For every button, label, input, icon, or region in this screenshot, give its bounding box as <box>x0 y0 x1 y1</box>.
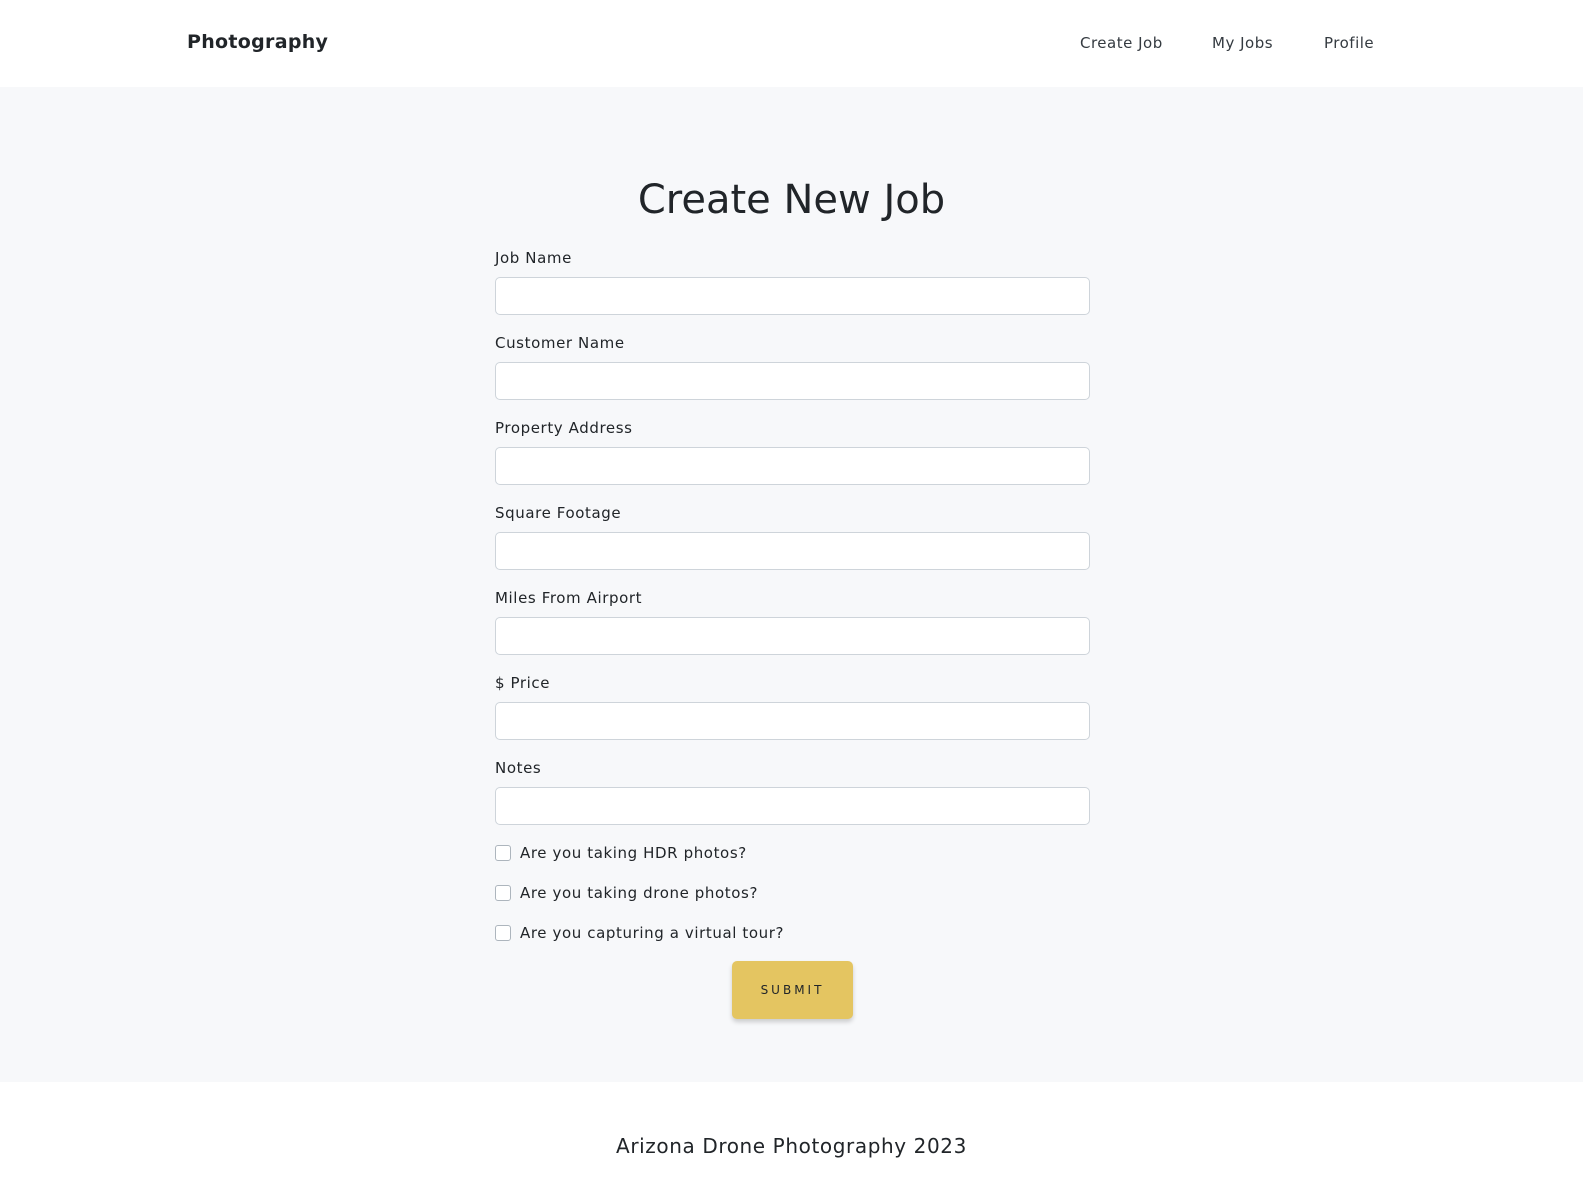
property-address-label: Property Address <box>495 419 633 437</box>
page-title: Create New Job <box>637 177 946 223</box>
nav-profile[interactable]: Profile <box>1324 34 1374 52</box>
drone-photos-label: Are you taking drone photos? <box>520 884 759 902</box>
notes-label: Notes <box>495 759 542 777</box>
miles-from-airport-label: Miles From Airport <box>495 589 643 607</box>
nav-my-jobs[interactable]: My Jobs <box>1212 34 1273 52</box>
price-label: $ Price <box>495 674 551 692</box>
job-name-label: Job Name <box>495 249 572 267</box>
notes-input[interactable] <box>495 787 1090 825</box>
nav-create-job[interactable]: Create Job <box>1080 34 1163 52</box>
hdr-photos-checkbox-row[interactable]: Are you taking HDR photos? <box>495 844 747 862</box>
square-footage-label: Square Footage <box>495 504 622 522</box>
drone-photos-checkbox[interactable] <box>495 885 511 901</box>
submit-button[interactable]: SUBMIT <box>732 961 853 1019</box>
customer-name-label: Customer Name <box>495 334 625 352</box>
main-content: Create New Job Job Name Customer Name Pr… <box>0 87 1583 1082</box>
hdr-photos-label: Are you taking HDR photos? <box>520 844 747 862</box>
job-name-input[interactable] <box>495 277 1090 315</box>
property-address-input[interactable] <box>495 447 1090 485</box>
footer: Arizona Drone Photography 2023 <box>0 1082 1583 1187</box>
square-footage-input[interactable] <box>495 532 1090 570</box>
virtual-tour-checkbox-row[interactable]: Are you capturing a virtual tour? <box>495 924 784 942</box>
hdr-photos-checkbox[interactable] <box>495 845 511 861</box>
brand-link[interactable]: Photography <box>187 31 328 53</box>
navbar: Photography Create Job My Jobs Profile <box>0 0 1583 87</box>
miles-from-airport-input[interactable] <box>495 617 1090 655</box>
virtual-tour-checkbox[interactable] <box>495 925 511 941</box>
virtual-tour-label: Are you capturing a virtual tour? <box>520 924 785 942</box>
customer-name-input[interactable] <box>495 362 1090 400</box>
drone-photos-checkbox-row[interactable]: Are you taking drone photos? <box>495 884 758 902</box>
price-input[interactable] <box>495 702 1090 740</box>
footer-text: Arizona Drone Photography 2023 <box>616 1134 967 1158</box>
